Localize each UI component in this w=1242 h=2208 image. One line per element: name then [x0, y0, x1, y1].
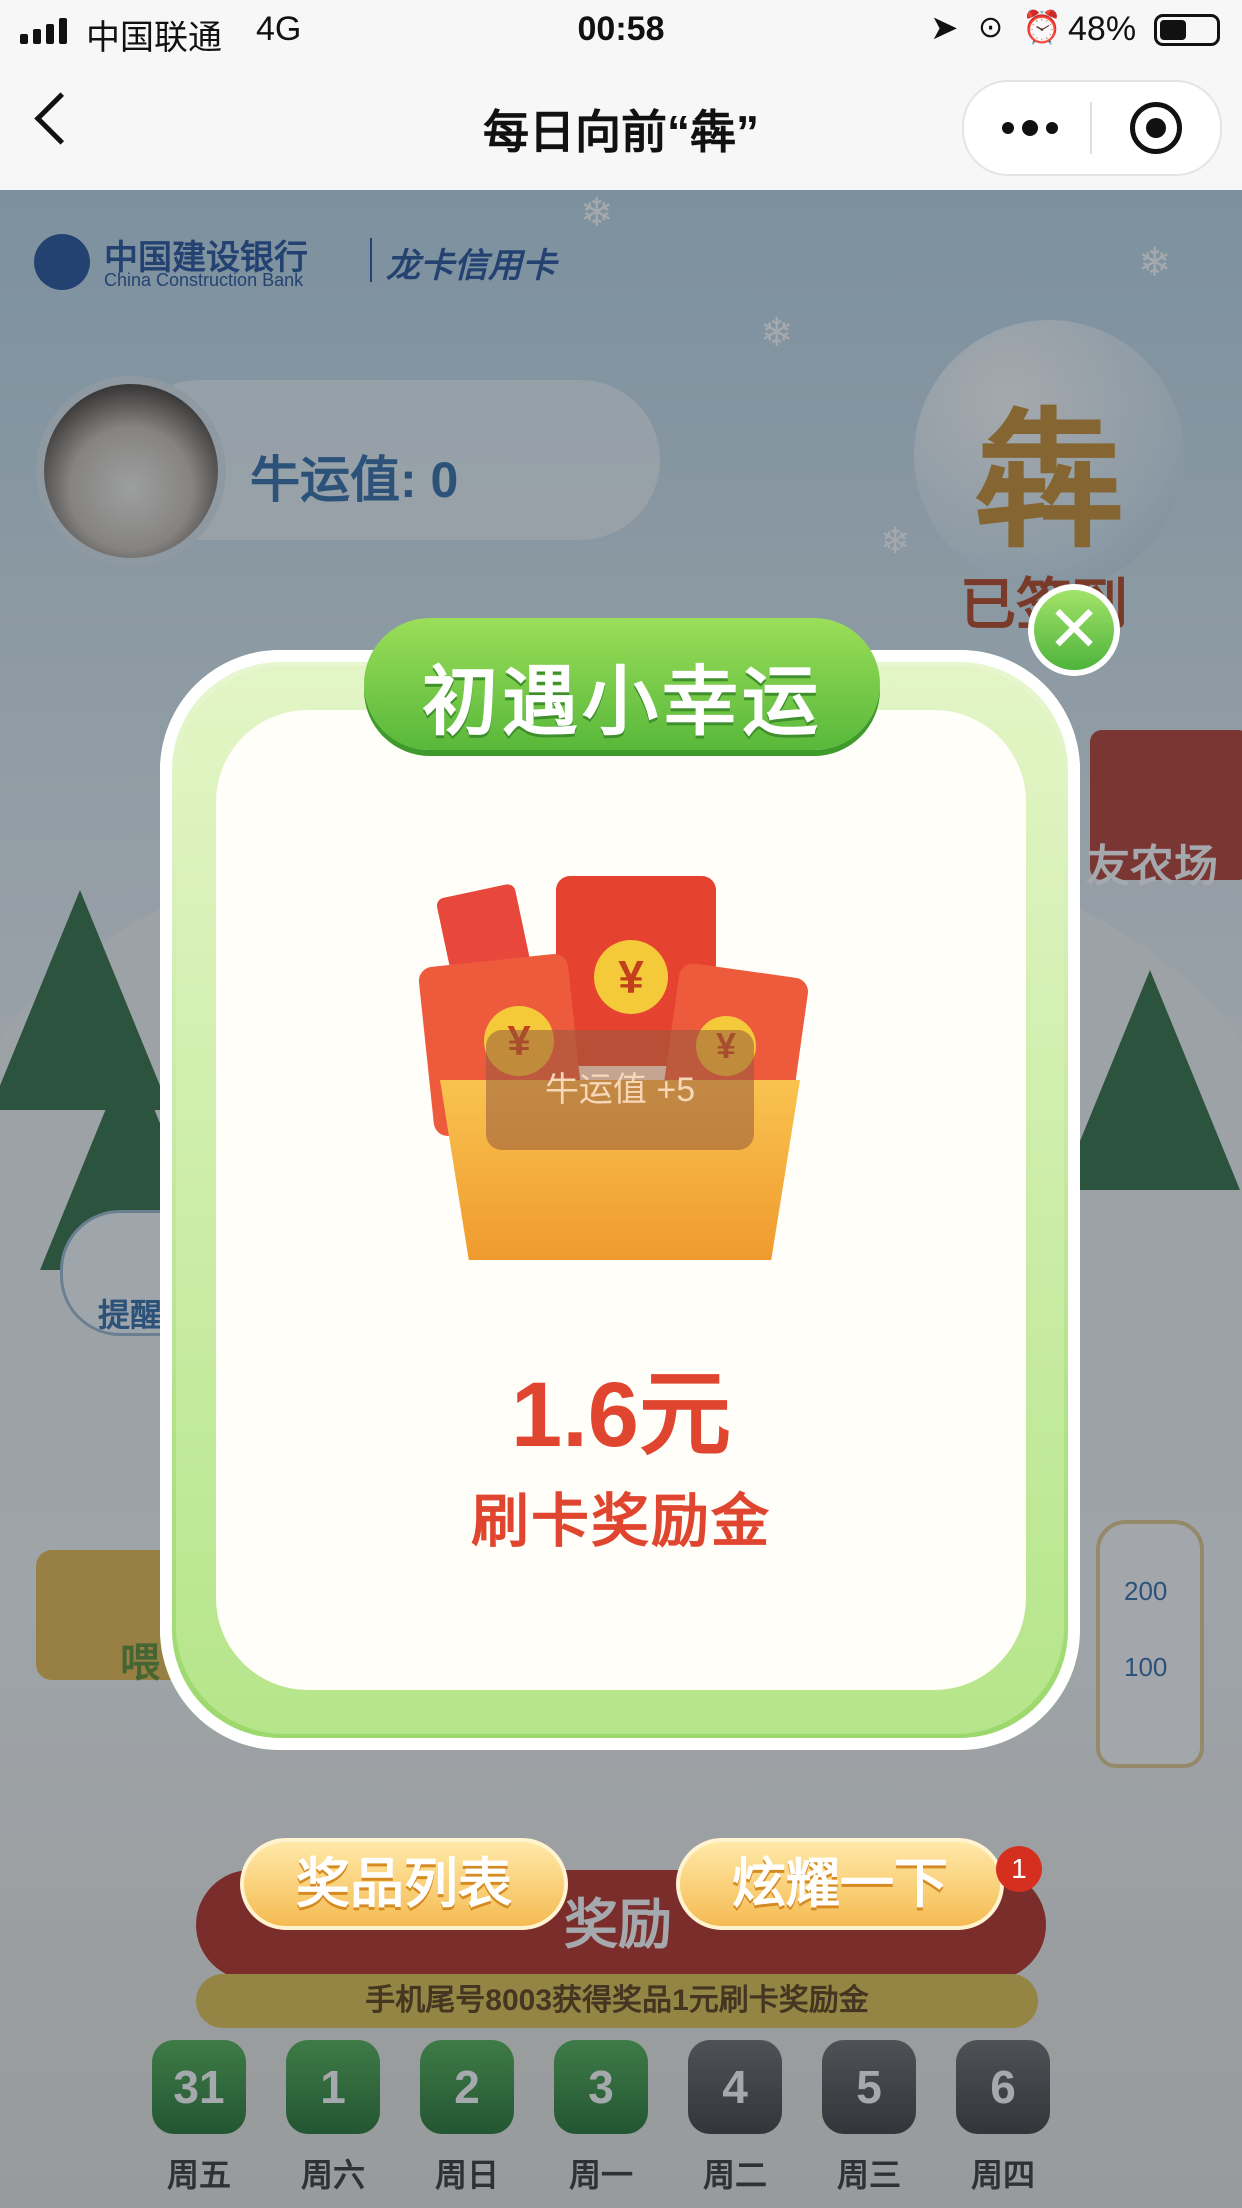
reward-amount: 1.6元: [511, 1364, 731, 1466]
close-miniprogram-icon[interactable]: [1130, 102, 1182, 154]
more-icon[interactable]: [1002, 120, 1058, 136]
battery-icon: [1154, 14, 1220, 46]
battery-percent: 48%: [1068, 10, 1137, 48]
bonus-toast: 牛运值 +5: [486, 1030, 754, 1150]
status-bar: 中国联通 4G 00:58 ➤ ⊙ ⏰ 48%: [0, 0, 1242, 62]
modal-title: 初遇小幸运: [422, 660, 822, 745]
rotation-lock-icon: ⊙: [978, 11, 1004, 44]
coin-icon: ¥: [594, 940, 668, 1014]
red-envelope-gift-illustration: ¥ ¥ ¥ 牛运值 +5: [380, 820, 860, 1260]
prize-list-button[interactable]: 奖品列表: [240, 1838, 568, 1930]
reward-type: 刷卡奖励金: [470, 1489, 771, 1554]
show-off-button[interactable]: 炫耀一下: [676, 1838, 1004, 1930]
nav-bar: 每日向前“犇”: [0, 62, 1242, 190]
alarm-icon: ⏰: [1022, 9, 1062, 45]
capsule-divider: [1090, 102, 1092, 154]
location-icon: ➤: [930, 9, 959, 47]
close-icon[interactable]: ✕: [1028, 584, 1120, 676]
mini-program-capsule: [962, 80, 1222, 176]
notification-badge: 1: [996, 1846, 1042, 1892]
